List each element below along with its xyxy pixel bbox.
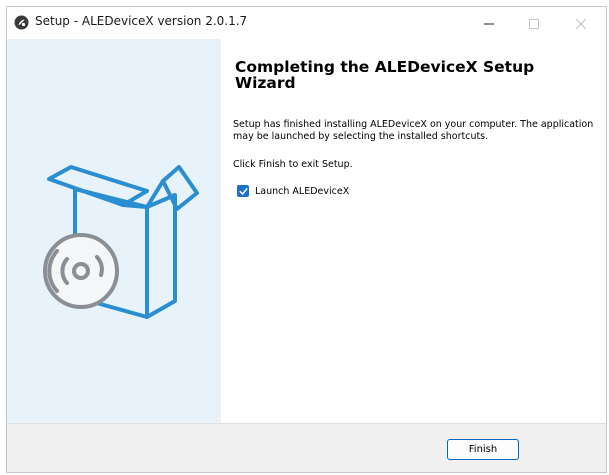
launch-option[interactable]: Launch ALEDeviceX bbox=[237, 185, 349, 197]
close-button[interactable] bbox=[559, 7, 603, 39]
minimize-icon bbox=[484, 14, 494, 33]
page-heading: Completing the ALEDeviceX Setup Wizard bbox=[235, 58, 535, 92]
button-bar: Finish bbox=[7, 423, 606, 472]
wizard-sidebar bbox=[7, 39, 221, 423]
software-box-cd-icon bbox=[43, 165, 199, 319]
app-icon bbox=[14, 15, 29, 30]
window-title: Setup - ALEDeviceX version 2.0.1.7 bbox=[35, 14, 248, 28]
wizard-content: Completing the ALEDeviceX Setup Wizard S… bbox=[221, 39, 606, 423]
maximize-button[interactable] bbox=[512, 7, 556, 39]
minimize-button[interactable] bbox=[467, 7, 511, 39]
launch-checkbox[interactable] bbox=[237, 185, 249, 197]
finish-button[interactable]: Finish bbox=[447, 439, 519, 460]
launch-checkbox-label[interactable]: Launch ALEDeviceX bbox=[255, 186, 349, 197]
completion-message: Setup has finished installing ALEDeviceX… bbox=[233, 119, 594, 142]
maximize-icon bbox=[529, 14, 539, 33]
title-bar[interactable]: Setup - ALEDeviceX version 2.0.1.7 bbox=[7, 7, 606, 39]
checkmark-icon bbox=[238, 187, 248, 195]
exit-hint: Click Finish to exit Setup. bbox=[233, 159, 353, 170]
finish-button-label: Finish bbox=[468, 444, 498, 455]
close-icon bbox=[575, 14, 587, 33]
setup-window: Setup - ALEDeviceX version 2.0.1.7 Compl… bbox=[6, 6, 607, 473]
